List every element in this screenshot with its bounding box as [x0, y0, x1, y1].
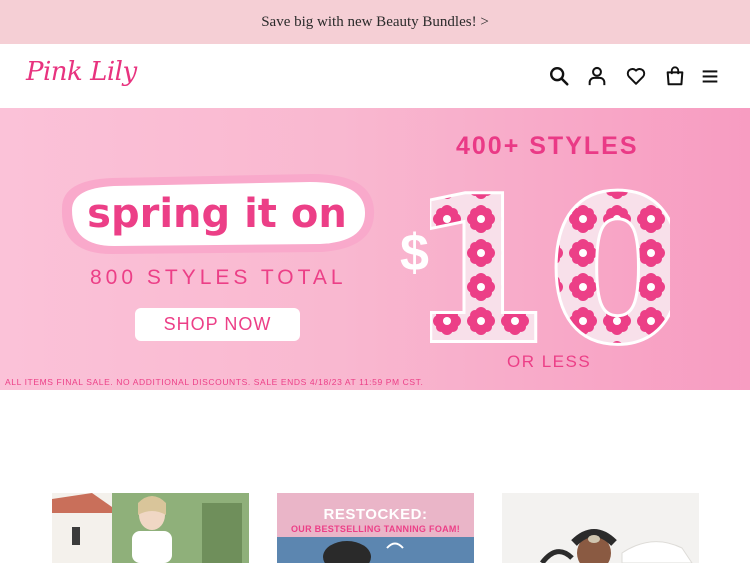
hero-headline-text: spring it on [87, 191, 347, 237]
price-suffix: OR LESS [507, 352, 592, 371]
announcement-link[interactable]: Save big with new Beauty Bundles! > [261, 14, 489, 31]
sale-fine-print: ALL ITEMS FINAL SALE. NO ADDITIONAL DISC… [5, 377, 424, 387]
price-currency: $ [400, 224, 429, 282]
site-logo[interactable]: Pink Lily [26, 57, 137, 87]
promo-tile-1[interactable] [52, 493, 249, 563]
announcement-bar: Save big with new Beauty Bundles! > [0, 0, 750, 44]
site-header: Pink Lily [0, 44, 750, 108]
cart-icon[interactable] [663, 64, 687, 88]
tile-2-subtitle: OUR BESTSELLING TANNING FOAM! [290, 524, 461, 534]
hero-headline: spring it on [52, 168, 382, 260]
tile-2-title: RESTOCKED: [323, 506, 428, 523]
promo-tile-2[interactable]: RESTOCKED: OUR BESTSELLING TANNING FOAM! [277, 493, 474, 563]
price-value: 10 [430, 168, 670, 348]
styles-total: 800 STYLES TOTAL [90, 266, 347, 289]
account-icon[interactable] [585, 64, 609, 88]
shop-now-button[interactable]: SHOP NOW [135, 308, 300, 341]
styles-count: 400+ STYLES [456, 132, 639, 160]
search-icon[interactable] [547, 64, 571, 88]
promo-tile-3[interactable] [502, 493, 699, 563]
hero-banner[interactable]: spring it on 800 STYLES TOTAL SHOP NOW 4… [0, 108, 750, 390]
promo-tile-1-image [52, 493, 249, 563]
promo-tile-3-image [502, 493, 699, 563]
wishlist-icon[interactable] [624, 64, 648, 88]
price-graphic: 10 [406, 152, 690, 390]
menu-icon[interactable] [698, 64, 722, 88]
